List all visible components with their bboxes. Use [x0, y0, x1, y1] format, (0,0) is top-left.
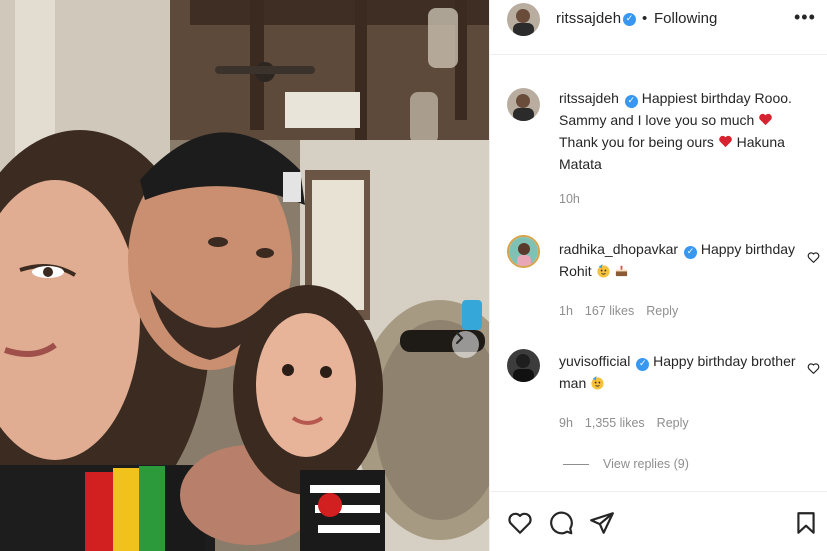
- reply-button[interactable]: Reply: [646, 304, 678, 318]
- save-icon[interactable]: [793, 510, 819, 536]
- photo-illustration: [0, 0, 489, 551]
- commenter-avatar[interactable]: [507, 349, 540, 382]
- share-icon[interactable]: [589, 510, 615, 536]
- caption-username[interactable]: ritssajdeh: [559, 90, 619, 106]
- header-divider: [490, 54, 827, 55]
- comment-text: radhika_dhopavkar ✓ Happy birthday Rohit: [559, 238, 809, 282]
- caption-meta: 10h: [559, 192, 592, 206]
- comment-timestamp[interactable]: 1h: [559, 304, 573, 318]
- comment-meta: 9h 1,355 likes Reply: [559, 416, 701, 430]
- carousel-next-button[interactable]: [452, 331, 479, 358]
- verified-badge-icon: ✓: [624, 95, 638, 108]
- separator-dot: •: [642, 10, 648, 27]
- view-replies-label: View replies (9): [603, 457, 689, 471]
- verified-badge-icon: ✓: [623, 13, 636, 26]
- caption-line-2: Thank you for being ours: [559, 134, 714, 150]
- comment-meta: 1h 167 likes Reply: [559, 304, 690, 318]
- verified-badge-icon: ✓: [636, 358, 650, 371]
- comment-timestamp[interactable]: 9h: [559, 416, 573, 430]
- red-heart-icon: [759, 113, 773, 126]
- commenter-username[interactable]: radhika_dhopavkar: [559, 241, 678, 257]
- replies-line: [563, 464, 589, 466]
- post-header: ritssajdeh ✓ • Following •••: [490, 0, 827, 40]
- more-options-icon[interactable]: •••: [794, 7, 816, 28]
- author-avatar[interactable]: [507, 3, 540, 36]
- post-photo[interactable]: [0, 0, 489, 551]
- action-bar: [490, 491, 827, 551]
- party-face-icon: [596, 263, 610, 278]
- post-detail-panel: ritssajdeh ✓ • Following ••• ritssajdeh …: [489, 0, 827, 551]
- commenter-avatar[interactable]: [507, 235, 540, 268]
- comment-icon[interactable]: [548, 510, 574, 536]
- red-heart-icon: [718, 135, 732, 148]
- comment-like-icon[interactable]: [807, 251, 820, 264]
- caption-text: ritssajdeh ✓ Happiest birthday Rooo. Sam…: [559, 87, 809, 175]
- caption-avatar[interactable]: [507, 88, 540, 121]
- view-replies-button[interactable]: View replies (9): [563, 457, 689, 471]
- party-face-icon: [591, 375, 604, 390]
- comment-likes[interactable]: 167 likes: [585, 304, 634, 318]
- commenter-username[interactable]: yuvisofficial: [559, 353, 630, 369]
- verified-badge-icon: ✓: [683, 246, 697, 259]
- author-username[interactable]: ritssajdeh: [556, 10, 621, 27]
- reply-button[interactable]: Reply: [657, 416, 689, 430]
- like-icon[interactable]: [507, 510, 533, 536]
- comment-like-icon[interactable]: [807, 362, 820, 375]
- following-button[interactable]: Following: [654, 10, 717, 27]
- comment-likes[interactable]: 1,355 likes: [585, 416, 645, 430]
- chevron-right-icon: [456, 332, 464, 344]
- caption-timestamp[interactable]: 10h: [559, 192, 580, 206]
- birthday-cake-icon: [616, 265, 628, 277]
- comment-text: yuvisofficial ✓ Happy birthday brother m…: [559, 350, 809, 394]
